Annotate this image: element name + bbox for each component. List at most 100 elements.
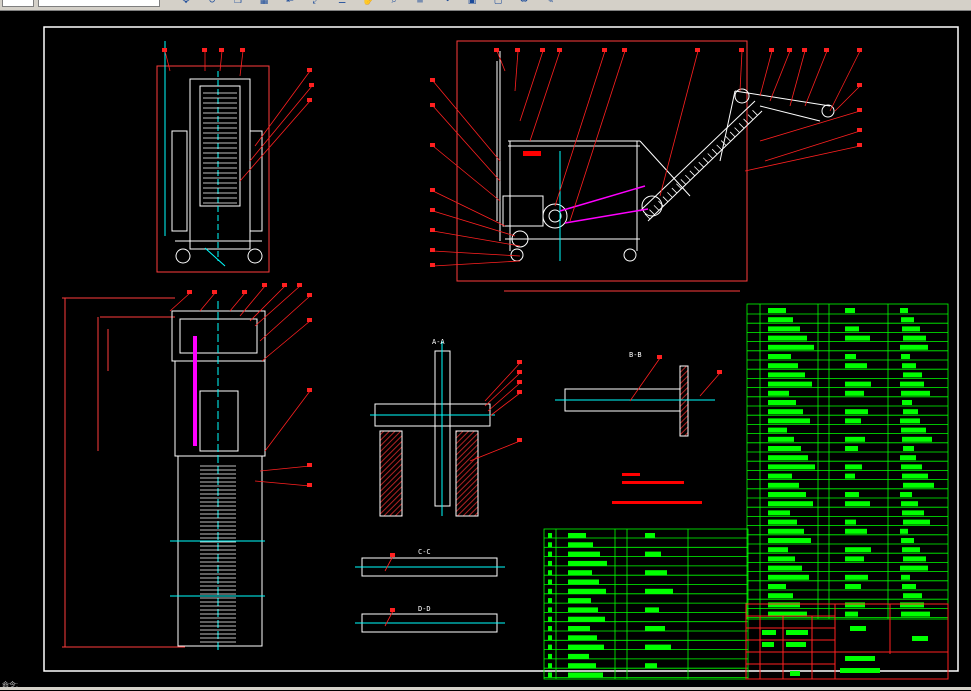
entry: [768, 372, 805, 378]
entry: [845, 381, 871, 387]
erase-icon[interactable]: ✎: [544, 0, 556, 7]
view-side-elevation: [156, 41, 270, 273]
entry: [768, 455, 808, 461]
entry: [845, 519, 856, 525]
balloon: [695, 48, 700, 52]
entry: [568, 607, 598, 613]
entry: [548, 579, 552, 585]
measure-icon[interactable]: ⇹: [518, 0, 530, 7]
entry: [548, 570, 552, 576]
entry: [548, 672, 552, 678]
chain-link: [702, 157, 709, 164]
entry: [903, 446, 914, 451]
section-cc: [355, 557, 505, 577]
balloon: [202, 48, 207, 52]
balloon: [430, 188, 435, 192]
layer-dropdown[interactable]: [2, 0, 34, 7]
window-icon[interactable]: ▢: [492, 0, 504, 7]
entry: [845, 326, 859, 332]
properties-icon[interactable]: ☰: [336, 0, 348, 7]
entry: [901, 464, 922, 470]
belt-path-upper: [559, 185, 646, 212]
leader-line: [384, 610, 394, 627]
entry: [845, 409, 868, 415]
balloon: [307, 293, 312, 297]
entry: [568, 551, 600, 557]
align-icon[interactable]: ⇤: [284, 0, 296, 7]
balloon: [430, 208, 435, 212]
entry: [900, 344, 928, 350]
entry: [902, 473, 928, 479]
section-label: B-B: [629, 351, 642, 359]
match-icon[interactable]: ≡: [414, 0, 426, 7]
view-icon[interactable]: ▣: [466, 0, 478, 7]
chain-link: [653, 205, 660, 211]
copy-icon[interactable]: ❐: [232, 0, 244, 7]
chain-link: [711, 148, 718, 155]
balloon-leaders: [162, 48, 862, 627]
leader-line: [789, 50, 806, 107]
plan-magenta-strip: [193, 336, 197, 446]
entry: [645, 588, 673, 594]
entry: [548, 551, 552, 557]
entry: [548, 616, 552, 622]
entry: [768, 510, 790, 516]
entry: [548, 644, 552, 650]
balloon: [307, 388, 312, 392]
linetype-dropdown[interactable]: [38, 0, 160, 7]
rotate-icon[interactable]: ↻: [206, 0, 218, 7]
entry: [900, 565, 928, 571]
chain-link: [693, 166, 700, 172]
entry: [901, 317, 914, 323]
entry: [845, 611, 858, 617]
entry: [845, 602, 865, 608]
zoom-icon[interactable]: ⌕: [388, 0, 400, 7]
chain-link: [685, 174, 691, 181]
entry: [845, 473, 855, 479]
leader-line: [554, 50, 606, 207]
cad-drawing: A-A B-B C-C D-D: [43, 26, 959, 680]
entry: [900, 455, 916, 461]
balloon: [517, 360, 522, 364]
leader-line: [432, 145, 501, 202]
leader-line: [264, 390, 311, 452]
entry: [900, 308, 908, 313]
title-entry: [786, 642, 806, 647]
move-icon[interactable]: ✥: [180, 0, 192, 7]
leader-line: [199, 292, 216, 312]
drawing-canvas[interactable]: A-A B-B C-C D-D: [0, 11, 971, 687]
entry: [548, 588, 552, 594]
entry: [768, 390, 789, 396]
entry: [768, 409, 803, 415]
balloon: [517, 370, 522, 374]
array-icon[interactable]: ▦: [258, 0, 270, 7]
title-entry: [845, 656, 875, 661]
scale-icon[interactable]: ⤢: [310, 0, 322, 7]
entry: [900, 381, 924, 387]
leader-line: [484, 362, 521, 402]
balloon: [430, 263, 435, 267]
balloon: [602, 48, 607, 52]
balloon: [307, 68, 312, 72]
entry: [845, 436, 865, 442]
balloon: [242, 290, 247, 294]
balloon: [307, 463, 312, 467]
entry: [901, 427, 926, 433]
leader-line: [484, 372, 521, 407]
section-dd: [355, 613, 505, 633]
entry: [845, 308, 855, 313]
leader-line: [261, 320, 311, 362]
entry: [768, 556, 795, 562]
entry: [768, 344, 814, 350]
entry: [568, 626, 590, 631]
pan-icon[interactable]: ✋: [362, 0, 374, 7]
entry: [645, 533, 655, 538]
chain-link: [738, 122, 745, 129]
section-bb: [555, 365, 715, 437]
chain-link: [671, 187, 678, 194]
balloon: [857, 48, 862, 52]
entry: [548, 653, 552, 659]
balloon: [430, 78, 435, 82]
redo-icon[interactable]: ↷: [440, 0, 452, 7]
entry: [768, 363, 798, 369]
